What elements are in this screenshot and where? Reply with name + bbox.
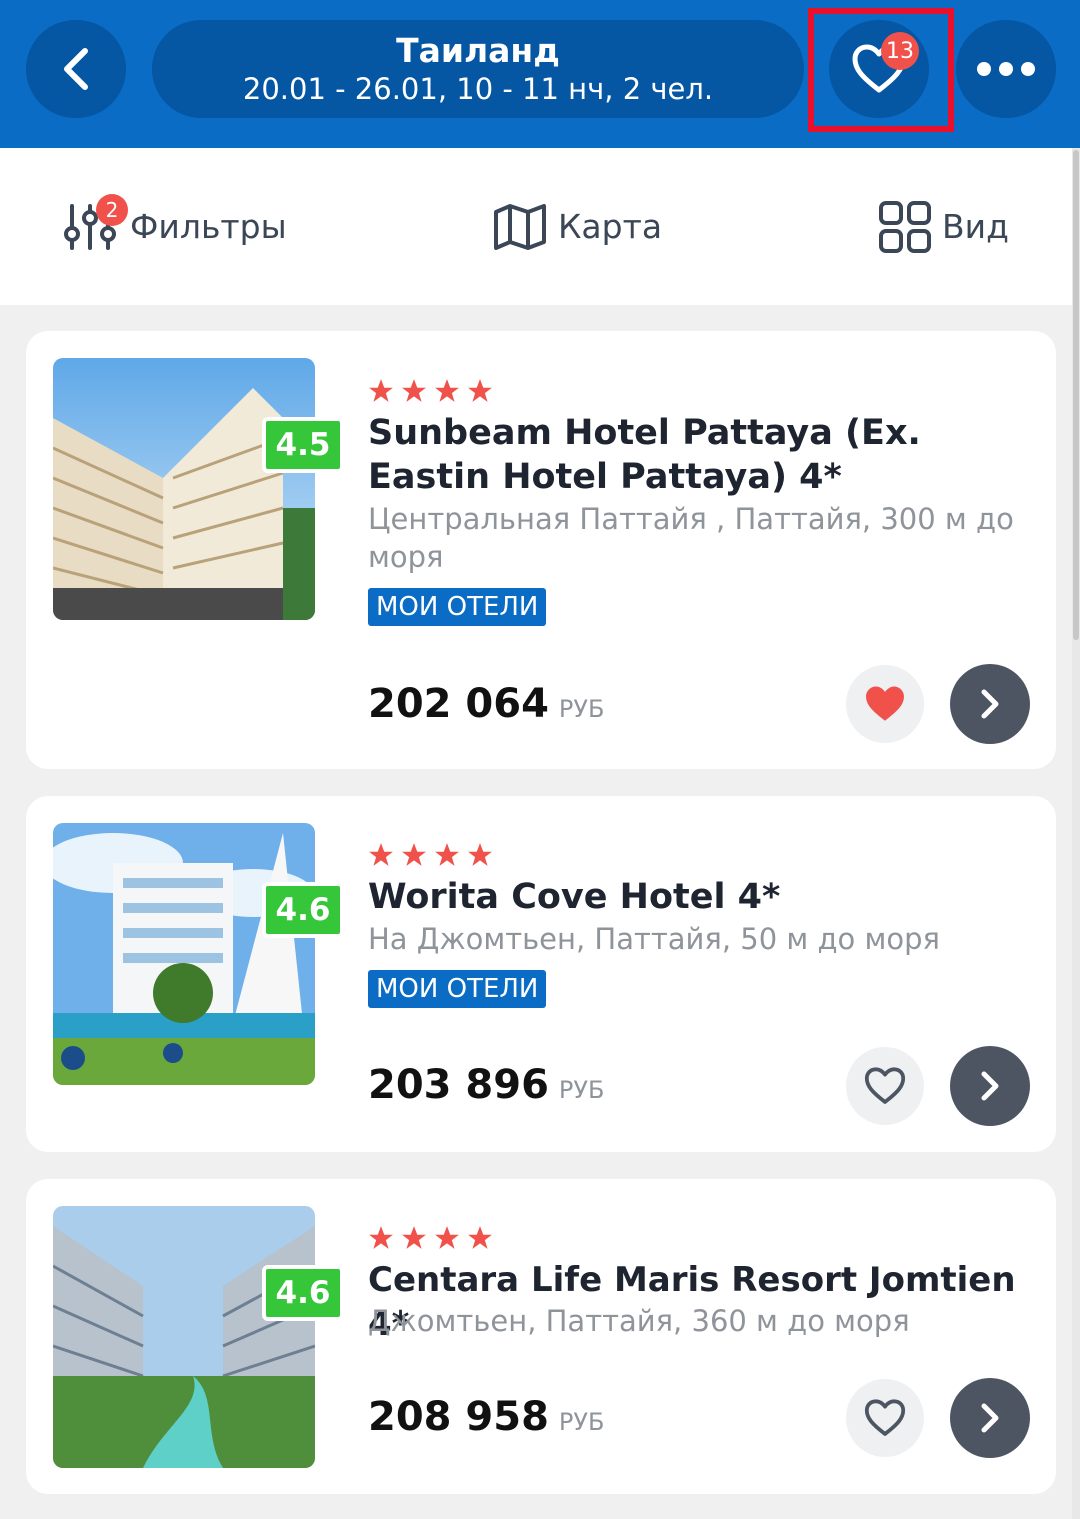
price-value: 203 896 [368, 1062, 549, 1108]
star-icon [435, 843, 459, 866]
rating-badge: 4.6 [262, 882, 344, 938]
star-icon [468, 843, 492, 866]
favorite-toggle-button[interactable] [846, 665, 924, 743]
rating-badge: 4.6 [262, 1265, 344, 1321]
hotel-card[interactable]: 4.6 Worita Cove Hotel 4* На Джомтьен, Па… [26, 796, 1056, 1152]
favorites-highlight-box [808, 8, 954, 132]
star-icon [369, 1226, 393, 1249]
star-icon [468, 1226, 492, 1249]
more-button[interactable] [956, 20, 1056, 118]
hotel-name[interactable]: Worita Cove Hotel 4* [368, 875, 1028, 919]
star-rating [368, 1225, 493, 1251]
heart-outline-icon [864, 1399, 906, 1436]
star-icon [435, 1226, 459, 1249]
hotel-photo[interactable] [53, 1206, 315, 1468]
favorite-toggle-button[interactable] [846, 1379, 924, 1457]
price: 202 064 РУБ [368, 681, 604, 727]
open-hotel-button[interactable] [950, 1046, 1030, 1126]
my-hotels-tag: МОИ ОТЕЛИ [368, 588, 547, 626]
filters-button[interactable]: Фильтры [64, 148, 287, 305]
star-icon [369, 843, 393, 866]
star-rating [368, 378, 493, 404]
price: 203 896 РУБ [368, 1062, 604, 1108]
price: 208 958 РУБ [368, 1394, 604, 1440]
destination-title: Таиланд [396, 31, 560, 70]
view-button[interactable]: Вид [878, 148, 1009, 305]
price-value: 208 958 [368, 1394, 549, 1440]
filters-label: Фильтры [130, 207, 287, 246]
price-value: 202 064 [368, 681, 549, 727]
heart-filled-icon [866, 686, 904, 721]
chevron-left-icon [64, 48, 88, 90]
view-label: Вид [942, 207, 1009, 246]
hotel-location: Джомтьен, Паттайя, 360 м до моря [368, 1304, 910, 1338]
chevron-right-icon [981, 689, 999, 719]
heart-outline-icon [864, 1067, 906, 1104]
hotel-card[interactable]: 4.5 Sunbeam Hotel Pattaya (Ex. Eastin Ho… [26, 331, 1056, 769]
rating-badge: 4.5 [262, 417, 344, 473]
search-summary[interactable]: Таиланд 20.01 - 26.01, 10 - 11 нч, 2 чел… [152, 20, 804, 118]
hotel-photo[interactable] [53, 358, 315, 620]
more-dots-icon [977, 62, 1035, 76]
favorite-toggle-button[interactable] [846, 1047, 924, 1125]
star-icon [369, 379, 393, 402]
star-icon [402, 379, 426, 402]
map-label: Карта [558, 207, 663, 246]
hotel-location: Центральная Паттайя , Паттайя, 300 м до … [368, 502, 1014, 574]
my-hotels-tag: МОИ ОТЕЛИ [368, 970, 547, 1008]
open-hotel-button[interactable] [950, 664, 1030, 744]
grid-view-icon [879, 200, 931, 253]
back-button[interactable] [26, 20, 126, 118]
scrollbar-thumb[interactable] [1073, 150, 1079, 640]
price-currency: РУБ [558, 695, 605, 723]
price-currency: РУБ [558, 1408, 605, 1436]
star-icon [402, 843, 426, 866]
open-hotel-button[interactable] [950, 1378, 1030, 1458]
toolbar: Фильтры 2 Карта Вид [0, 148, 1072, 305]
star-icon [435, 379, 459, 402]
filters-count-badge: 2 [96, 194, 128, 226]
app-header: Таиланд 20.01 - 26.01, 10 - 11 нч, 2 чел… [0, 0, 1080, 148]
map-icon [494, 203, 546, 250]
price-currency: РУБ [558, 1076, 605, 1104]
chevron-right-icon [981, 1403, 999, 1433]
hotel-name[interactable]: Sunbeam Hotel Pattaya (Ex. Eastin Hotel … [368, 411, 1028, 499]
map-button[interactable]: Карта [492, 148, 662, 305]
chevron-right-icon [981, 1071, 999, 1101]
search-params: 20.01 - 26.01, 10 - 11 нч, 2 чел. [242, 72, 714, 106]
hotel-card[interactable]: 4.6 Centara Life Maris Resort Jomtien 4*… [26, 1179, 1056, 1494]
hotel-photo[interactable] [53, 823, 315, 1085]
hotel-location: На Джомтьен, Паттайя, 50 м до моря [368, 922, 940, 956]
star-icon [468, 379, 492, 402]
star-rating [368, 842, 493, 868]
star-icon [402, 1226, 426, 1249]
